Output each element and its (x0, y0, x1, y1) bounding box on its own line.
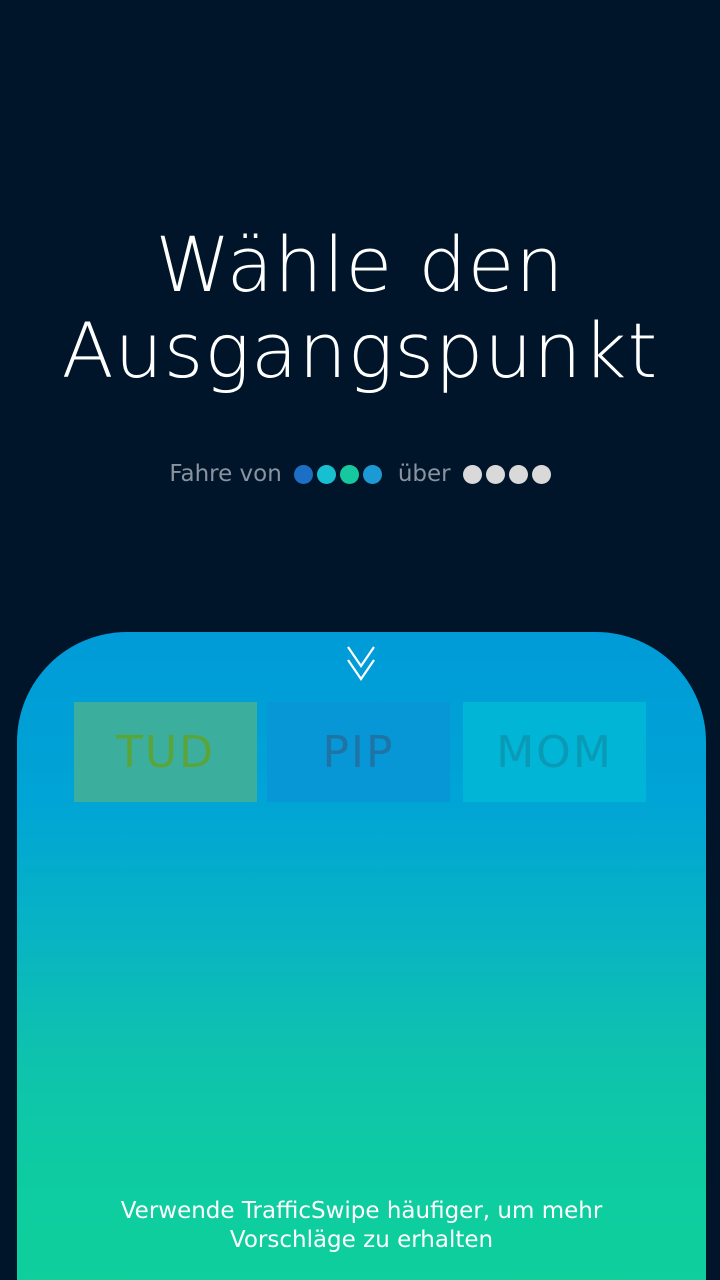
page-title: Wähle den Ausgangspunkt (0, 222, 720, 394)
option-tile-pip[interactable]: PIP (267, 702, 450, 802)
option-label-mom: MOM (496, 726, 613, 778)
from-dot-2 (316, 464, 336, 484)
via-dots (462, 464, 551, 484)
from-dot-3 (339, 464, 359, 484)
hint-line-2: Vorschläge zu erhalten (229, 1227, 494, 1253)
from-dots (293, 464, 382, 484)
page-title-line-2: Ausgangspunkt (61, 306, 659, 395)
option-tile-tud[interactable]: TUD (74, 702, 257, 802)
option-tile-mom[interactable]: MOM (463, 702, 646, 802)
double-chevron-down-icon[interactable] (345, 644, 377, 684)
screen: Wähle den Ausgangspunkt Fahre von über T… (0, 0, 720, 1280)
swipe-sheet[interactable]: TUD PIP MOM Verwende TrafficSwipe häufig… (17, 632, 706, 1280)
option-label-tud: TUD (116, 726, 215, 778)
via-label: über (397, 461, 451, 487)
option-label-pip: PIP (322, 726, 395, 778)
from-label: Fahre von (169, 461, 282, 487)
via-dot-2 (485, 464, 505, 484)
via-dot-1 (462, 464, 482, 484)
hint-text: Verwende TrafficSwipe häufiger, um mehr … (17, 1197, 706, 1255)
via-dot-4 (531, 464, 551, 484)
route-summary: Fahre von über (0, 455, 720, 493)
hint-line-1: Verwende TrafficSwipe häufiger, um mehr (120, 1198, 603, 1224)
via-dot-3 (508, 464, 528, 484)
from-dot-4 (362, 464, 382, 484)
from-dot-1 (293, 464, 313, 484)
page-title-line-1: Wähle den (155, 220, 565, 309)
